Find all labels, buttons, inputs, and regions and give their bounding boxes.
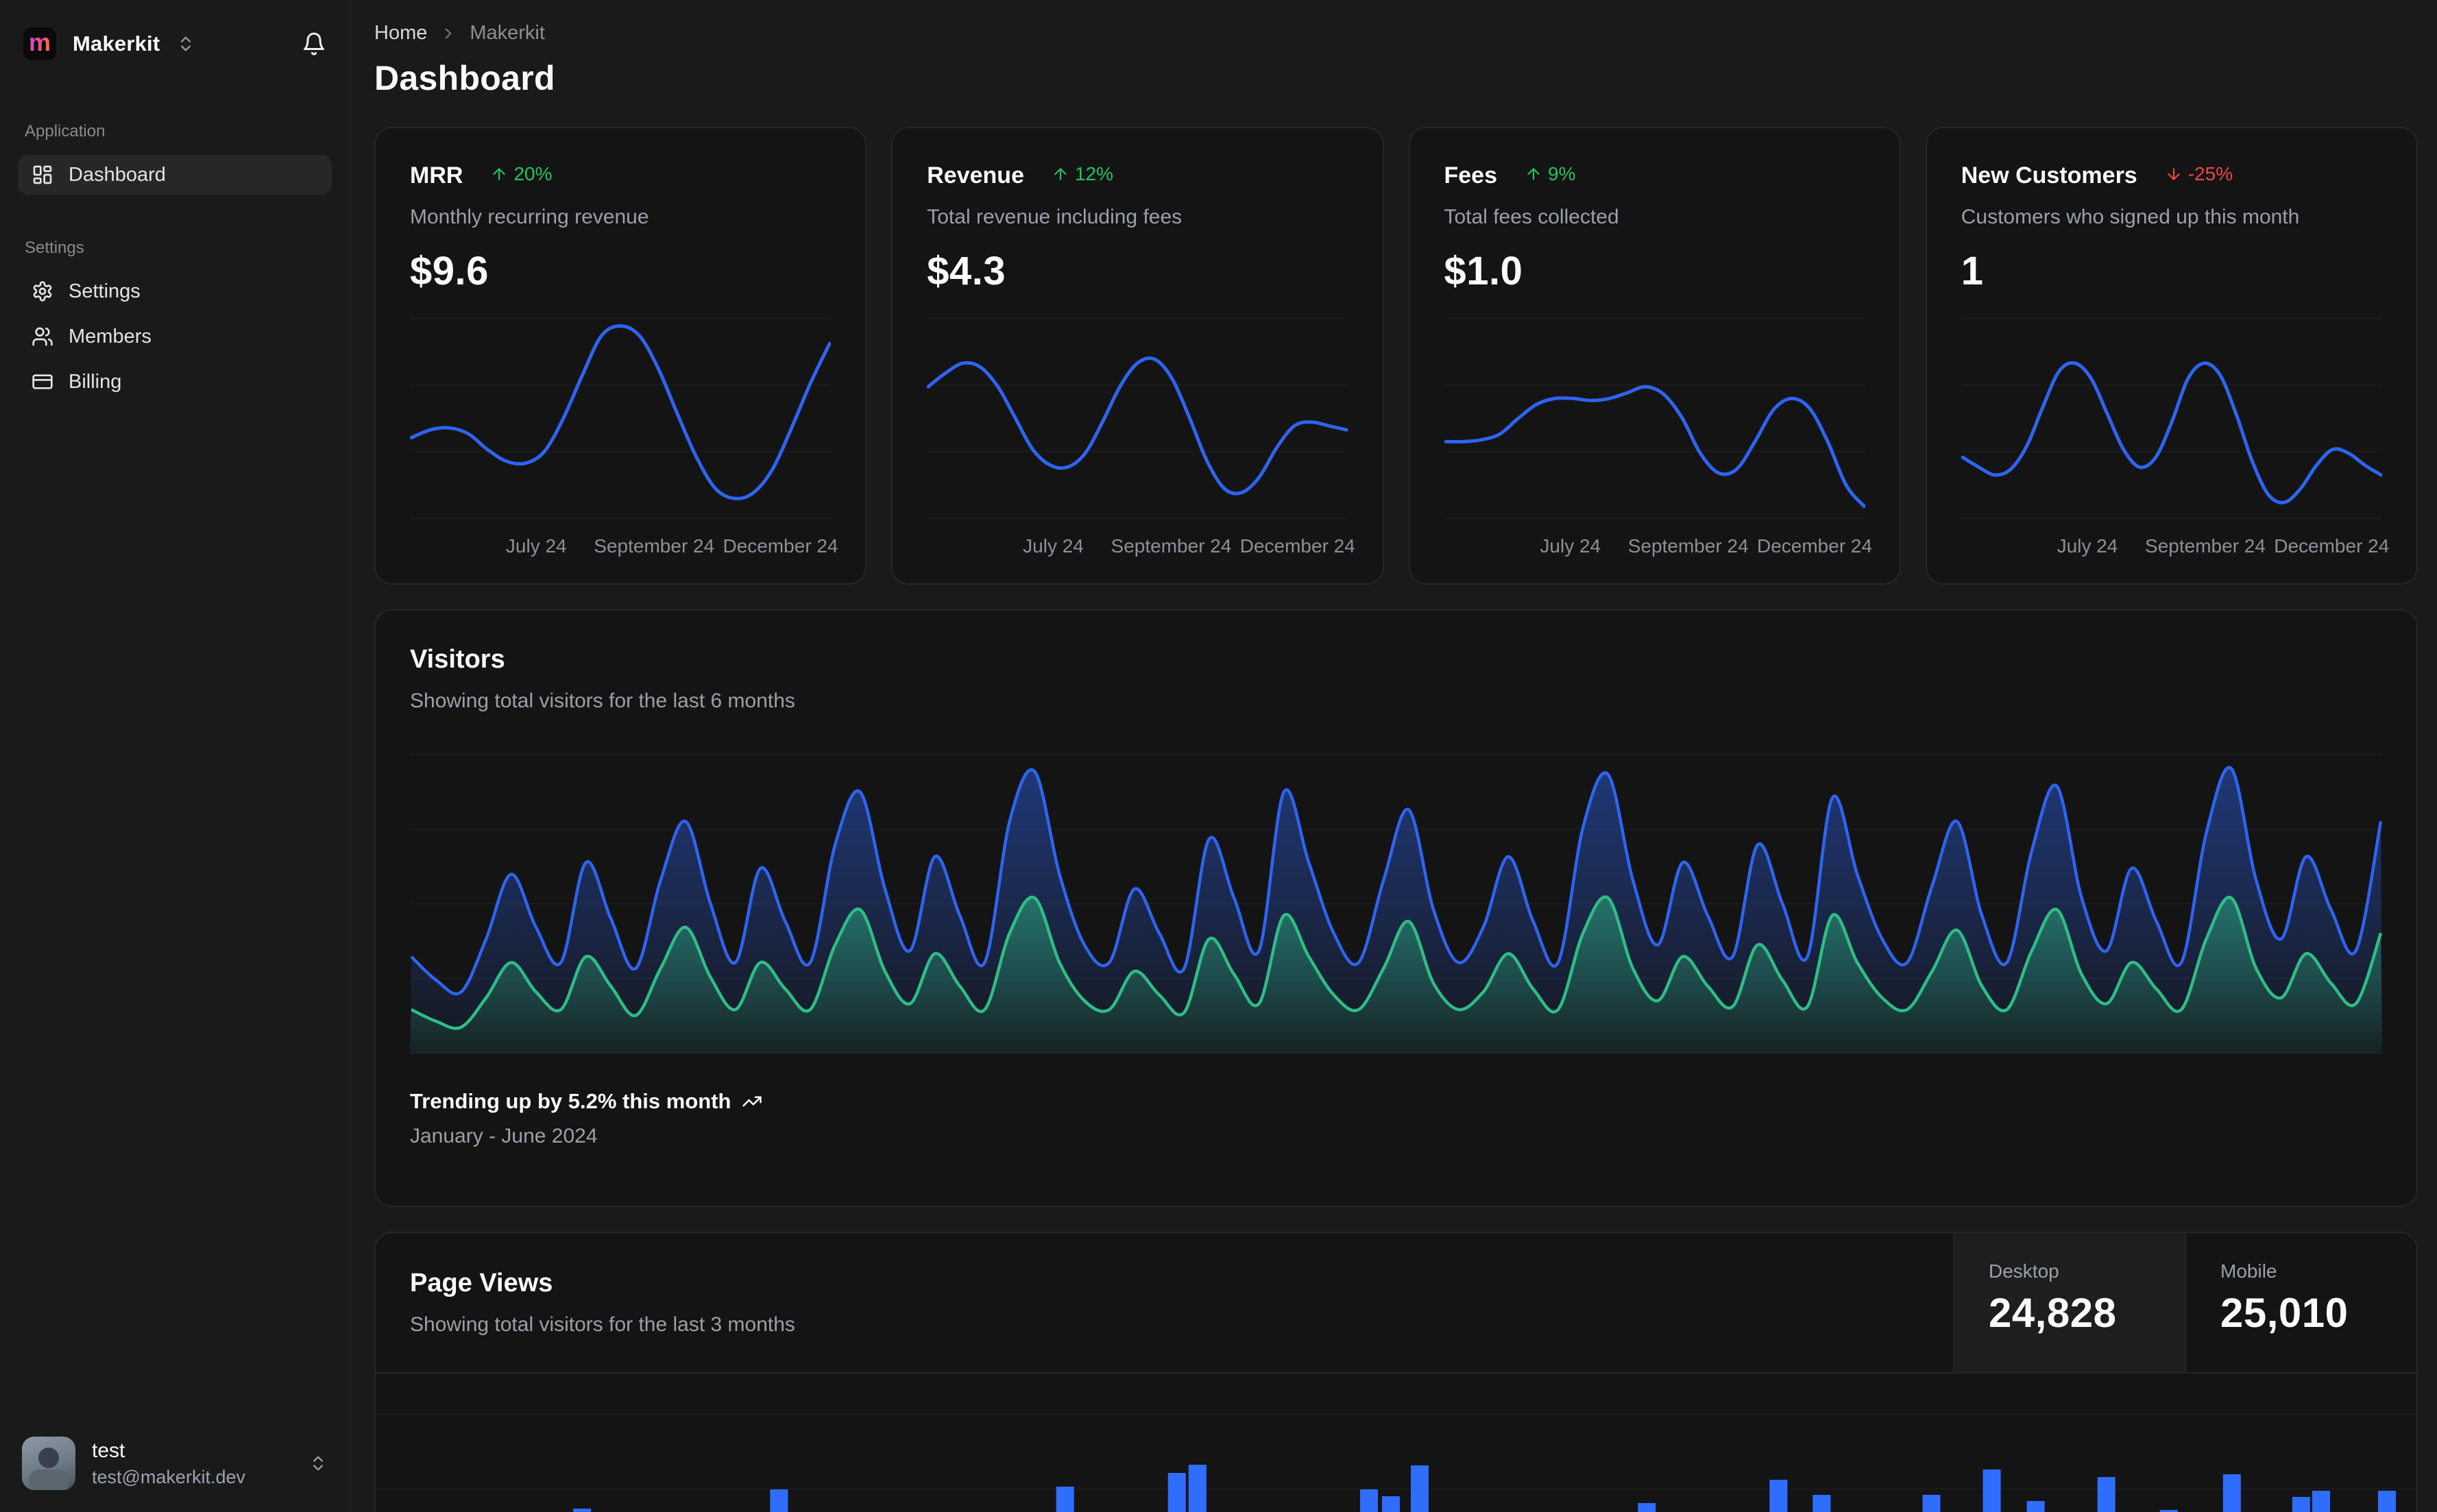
toggle-desktop[interactable]: Desktop 24,828	[1953, 1233, 2185, 1372]
trend-badge: 20%	[490, 163, 552, 185]
arrow-down-icon	[2168, 168, 2180, 180]
x-axis-tick: December 24	[1756, 535, 1873, 557]
x-axis-tick: December 24	[2274, 535, 2390, 557]
sidebar-item-settings[interactable]: Settings	[18, 271, 332, 311]
stat-card-mrr: MRR 20% Monthly recurring revenue $9.6 J…	[374, 127, 867, 585]
trend-badge: 12%	[1052, 163, 1113, 185]
sidebar-item-members[interactable]: Members	[18, 317, 332, 356]
visitors-area-chart	[410, 754, 2382, 1053]
workspace-selector[interactable]: m Makerkit	[18, 18, 332, 70]
user-name: test	[92, 1439, 125, 1462]
sidebar: m Makerkit Application Dashboard Setting…	[0, 0, 351, 1512]
stat-title: Fees	[1444, 162, 1498, 188]
trend-badge: 9%	[1525, 163, 1575, 185]
sparkline-chart: July 24 September 24 December 24	[410, 317, 838, 560]
x-axis-tick: July 24	[2057, 535, 2118, 557]
stat-subtitle: Customers who signed up this month	[1961, 206, 2300, 228]
stat-value: $9.6	[410, 249, 489, 293]
nav-section-settings: Settings	[25, 239, 84, 257]
visitors-title: Visitors	[410, 645, 505, 674]
x-axis-tick: July 24	[1540, 535, 1601, 557]
makerkit-logo-letter: m	[28, 28, 51, 56]
sparkline-chart: July 24 September 24 December 24	[927, 317, 1355, 560]
chevron-up-down-icon	[181, 36, 191, 51]
x-axis-tick: September 24	[1627, 535, 1749, 557]
stat-title: New Customers	[1961, 162, 2137, 188]
workspace-name: Makerkit	[73, 32, 160, 56]
users-icon	[32, 327, 53, 346]
toggle-mobile[interactable]: Mobile 25,010	[2185, 1233, 2416, 1372]
x-axis-tick: December 24	[723, 535, 838, 557]
chevron-right-icon	[446, 27, 452, 39]
user-avatar	[22, 1437, 75, 1490]
visitors-subtitle: Showing total visitors for the last 6 mo…	[410, 690, 795, 712]
sidebar-item-billing[interactable]: Billing	[18, 362, 332, 402]
breadcrumb-current: Makerkit	[470, 22, 545, 44]
sparkline-chart: July 24 September 24 December 24	[1961, 317, 2389, 560]
x-axis-tick: July 24	[505, 535, 567, 557]
x-axis-tick: September 24	[1111, 535, 1232, 557]
sidebar-item-label: Members	[69, 325, 151, 347]
page-views-card: Page Views Showing total visitors for th…	[374, 1232, 2418, 1512]
main-content: Home Makerkit Dashboard MRR 20% Monthly …	[351, 0, 2437, 1512]
stat-subtitle: Monthly recurring revenue	[410, 206, 649, 228]
breadcrumb-home-link[interactable]: Home	[374, 22, 427, 45]
x-axis-tick: September 24	[2145, 535, 2266, 557]
stat-title: MRR	[410, 162, 463, 188]
arrow-up-icon	[1527, 168, 1540, 180]
nav-section-application: Application	[25, 122, 106, 141]
page-title: Dashboard	[374, 59, 555, 97]
stat-cards-row: MRR 20% Monthly recurring revenue $9.6 J…	[374, 127, 2418, 585]
stat-title: Revenue	[927, 162, 1024, 188]
sidebar-item-label: Settings	[69, 280, 141, 302]
sidebar-item-label: Billing	[69, 370, 122, 393]
sidebar-nav: Application Dashboard Settings Settings …	[18, 122, 332, 407]
stat-card-fees: Fees 9% Total fees collected $1.0 July 2…	[1408, 127, 1901, 585]
visitors-trend-text: Trending up by 5.2% this month	[410, 1089, 731, 1113]
sparkline-chart: July 24 September 24 December 24	[1444, 317, 1872, 560]
sidebar-item-dashboard[interactable]: Dashboard	[18, 155, 332, 195]
page-views-subtitle: Showing total visitors for the last 3 mo…	[410, 1313, 795, 1336]
stat-subtitle: Total fees collected	[1444, 206, 1619, 228]
trending-up-icon	[742, 1096, 762, 1107]
stat-value: 1	[1961, 249, 1984, 293]
page-views-title: Page Views	[410, 1269, 553, 1297]
gear-icon	[33, 281, 52, 302]
x-axis-tick: September 24	[594, 535, 715, 557]
stat-value: $1.0	[1444, 249, 1523, 293]
arrow-up-icon	[1054, 168, 1067, 180]
visitors-date-range: January - June 2024	[410, 1125, 598, 1147]
trend-badge: -25%	[2165, 163, 2233, 185]
chevron-up-down-icon	[313, 1456, 323, 1471]
arrow-up-icon	[493, 168, 506, 180]
stat-subtitle: Total revenue including fees	[927, 206, 1183, 228]
stat-value: $4.3	[927, 249, 1006, 293]
page-views-bar-chart	[376, 1413, 2416, 1512]
notifications-bell-icon[interactable]	[302, 32, 326, 56]
stat-card-new-customers: New Customers -25% Customers who signed …	[1925, 127, 2418, 585]
stat-card-revenue: Revenue 12% Total revenue including fees…	[891, 127, 1384, 585]
visitors-card: Visitors Showing total visitors for the …	[374, 609, 2418, 1207]
credit-card-icon	[32, 374, 53, 389]
sidebar-item-label: Dashboard	[69, 163, 166, 186]
user-menu[interactable]: test test@makerkit.dev	[18, 1431, 332, 1496]
dashboard-grid-icon	[33, 165, 52, 184]
makerkit-logo: m	[23, 27, 56, 60]
breadcrumb: Home Makerkit	[374, 22, 2418, 45]
x-axis-tick: December 24	[1239, 535, 1355, 557]
x-axis-tick: July 24	[1023, 535, 1084, 557]
user-email: test@makerkit.dev	[92, 1466, 245, 1487]
